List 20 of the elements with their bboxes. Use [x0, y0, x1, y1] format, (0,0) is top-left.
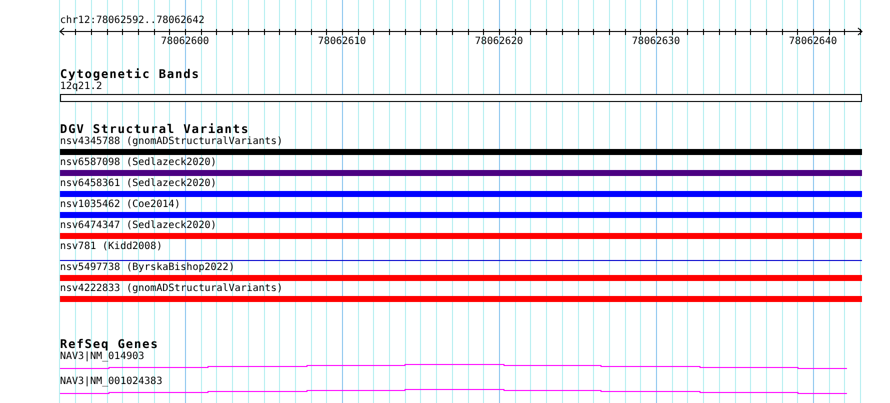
tick-label: 78062630	[632, 36, 680, 47]
feature-label: NAV3|NM_014903	[60, 351, 144, 363]
feature-label: nsv1035462 (Coe2014)	[60, 199, 180, 211]
feature-label: nsv5497738 (ByrskaBishop2022)	[60, 262, 235, 274]
feature-label: nsv4222833 (gnomADStructuralVariants)	[60, 283, 283, 295]
tick-label: 78062620	[474, 36, 524, 47]
track-title: DGV Structural Variants	[60, 122, 250, 136]
feature-label: NAV3|NM_001024383	[60, 376, 162, 388]
track-title: Cytogenetic Bands	[60, 67, 200, 81]
feature-label: 12q21.2	[60, 81, 102, 93]
feature-label: nsv6587098 (Sedlazeck2020)	[60, 157, 217, 169]
tick-label: 78062600	[160, 36, 210, 47]
location-text: chr12:78062592..78062642	[60, 15, 204, 27]
feature-label: nsv4345788 (gnomADStructuralVariants)	[60, 136, 283, 148]
feature-label: nsv781 (Kidd2008)	[60, 241, 162, 253]
feature-label: nsv6474347 (Sedlazeck2020)	[60, 220, 217, 232]
tick-label: 78062610	[318, 36, 366, 47]
tick-label: 78062640	[788, 36, 838, 47]
feature-label: nsv6458361 (Sedlazeck2020)	[60, 178, 217, 190]
track-title: RefSeq Genes	[60, 337, 159, 351]
